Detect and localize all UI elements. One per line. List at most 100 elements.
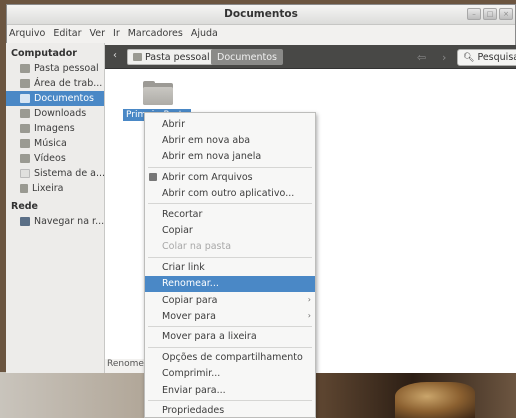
search-button[interactable]: 🔍︎ Pesquisa [457,49,516,66]
menu-separator [148,166,312,168]
menu-item-create-link[interactable]: Criar link [145,259,315,275]
breadcrumb-current-label: Documentos [217,51,277,63]
menu-item-move-to[interactable]: Mover para › [145,308,315,324]
menu-item-label: Renomear... [162,278,219,290]
drive-icon [20,169,30,178]
search-icon: 🔍︎ [463,52,475,63]
window-title: Documentos [224,8,298,20]
sidebar-item-label: Documentos [34,93,94,104]
search-label: Pesquisa [477,52,516,63]
menu-item-label: Abrir em nova janela [162,151,262,163]
sidebar-item-label: Vídeos [34,153,66,164]
wallpaper-shape [395,382,475,418]
menu-item-label: Abrir [162,118,185,130]
menu-item-label: Comprimir... [162,368,221,380]
chevron-right-icon: › [307,311,311,321]
menu-separator [148,399,312,401]
menu-item-open-with-other[interactable]: Abrir com outro aplicativo... [145,186,315,202]
menu-item-label: Copiar para [162,294,218,306]
menu-item-label: Abrir com outro aplicativo... [162,188,295,200]
sidebar-item-home[interactable]: Pasta pessoal [6,61,104,76]
chevron-left-icon[interactable]: ‹ [113,50,117,61]
network-icon [20,217,30,226]
documents-folder-icon [20,94,30,103]
menu-item-move-to-trash[interactable]: Mover para a lixeira [145,329,315,345]
menu-separator [148,256,312,258]
menu-editar[interactable]: Editar [49,25,85,43]
menu-ir[interactable]: Ir [109,25,124,43]
maximize-button[interactable]: □ [483,8,497,20]
menu-item-label: Abrir em nova aba [162,135,251,147]
menu-item-label: Colar na pasta [162,241,232,253]
videos-folder-icon [20,154,30,163]
menu-item-open-new-window[interactable]: Abrir em nova janela [145,149,315,165]
menu-separator [148,346,312,348]
sidebar-item-filesystem[interactable]: Sistema de a... [6,166,104,181]
menu-separator [148,203,312,205]
sidebar-item-label: Imagens [34,123,75,134]
sidebar-item-videos[interactable]: Vídeos [6,151,104,166]
back-arrow-icon[interactable]: ⇦ [417,51,426,64]
menu-separator [148,326,312,328]
menu-item-label: Opções de compartilhamento [162,351,303,363]
close-button[interactable]: × [499,8,513,20]
menubar: Arquivo Editar Ver Ir Marcadores Ajuda [1,25,516,43]
menu-item-sharing-options[interactable]: Opções de compartilhamento [145,349,315,365]
menu-item-cut[interactable]: Recortar [145,206,315,222]
sidebar-item-label: Navegar na r... [34,216,104,227]
sidebar-item-images[interactable]: Imagens [6,121,104,136]
sidebar-item-music[interactable]: Música [6,136,104,151]
menu-item-copy[interactable]: Copiar [145,222,315,238]
titlebar[interactable]: Documentos – □ × [7,5,515,25]
sidebar-item-desktop[interactable]: Área de trab... [6,76,104,91]
menu-item-label: Propriedades [162,404,225,416]
menu-item-copy-to[interactable]: Copiar para › [145,292,315,308]
menu-item-open-new-tab[interactable]: Abrir em nova aba [145,132,315,148]
breadcrumb-home[interactable]: Pasta pessoal [127,49,216,65]
sidebar-item-trash[interactable]: Lixeira [6,181,104,196]
chevron-right-icon: › [307,294,311,304]
downloads-folder-icon [20,109,30,118]
images-folder-icon [20,124,30,133]
menu-item-open[interactable]: Abrir [145,116,315,132]
menu-item-properties[interactable]: Propriedades [145,402,315,418]
toolbar: ‹ Pasta pessoal Documentos ⇦ › 🔍︎ Pesquis… [105,45,516,69]
sidebar-section-network: Rede [11,201,39,212]
sidebar-item-network[interactable]: Navegar na r... [6,214,104,229]
sidebar-item-documents[interactable]: Documentos [6,91,104,106]
context-menu: Abrir Abrir em nova aba Abrir em nova ja… [144,112,316,418]
trash-icon [20,184,28,193]
minimize-button[interactable]: – [467,8,481,20]
menu-arquivo[interactable]: Arquivo [5,25,49,43]
breadcrumb-current[interactable]: Documentos [211,49,283,65]
forward-arrow-icon[interactable]: › [442,51,446,64]
desktop-folder-icon [20,79,30,88]
menu-item-label: Copiar [162,225,193,237]
window-controls: – □ × [467,8,513,20]
menu-item-send-to[interactable]: Enviar para... [145,382,315,398]
sidebar-item-label: Lixeira [32,183,64,194]
menu-item-label: Enviar para... [162,384,226,396]
music-folder-icon [20,139,30,148]
menu-item-paste-into-folder: Colar na pasta [145,239,315,255]
sidebar-item-label: Área de trab... [34,78,103,89]
menu-item-label: Mover para a lixeira [162,331,257,343]
sidebar: Computador Pasta pessoal Área de trab...… [6,43,105,373]
sidebar-section-computer: Computador [11,48,77,59]
breadcrumb-home-label: Pasta pessoal [145,51,210,63]
home-folder-icon [20,64,30,73]
files-app-icon [149,173,157,182]
folder-icon[interactable] [143,81,173,105]
menu-ajuda[interactable]: Ajuda [187,25,222,43]
sidebar-item-downloads[interactable]: Downloads [6,106,104,121]
menu-item-label: Criar link [162,261,205,273]
menu-item-rename[interactable]: Renomear... [145,275,315,292]
menu-ver[interactable]: Ver [86,25,110,43]
menu-item-label: Abrir com Arquivos [162,171,253,183]
menu-item-label: Recortar [162,208,203,220]
menu-item-compress[interactable]: Comprimir... [145,365,315,381]
menu-item-open-with-files[interactable]: Abrir com Arquivos [145,169,315,185]
sidebar-item-label: Downloads [34,108,87,119]
menu-marcadores[interactable]: Marcadores [124,25,187,43]
sidebar-item-label: Sistema de a... [34,168,104,179]
